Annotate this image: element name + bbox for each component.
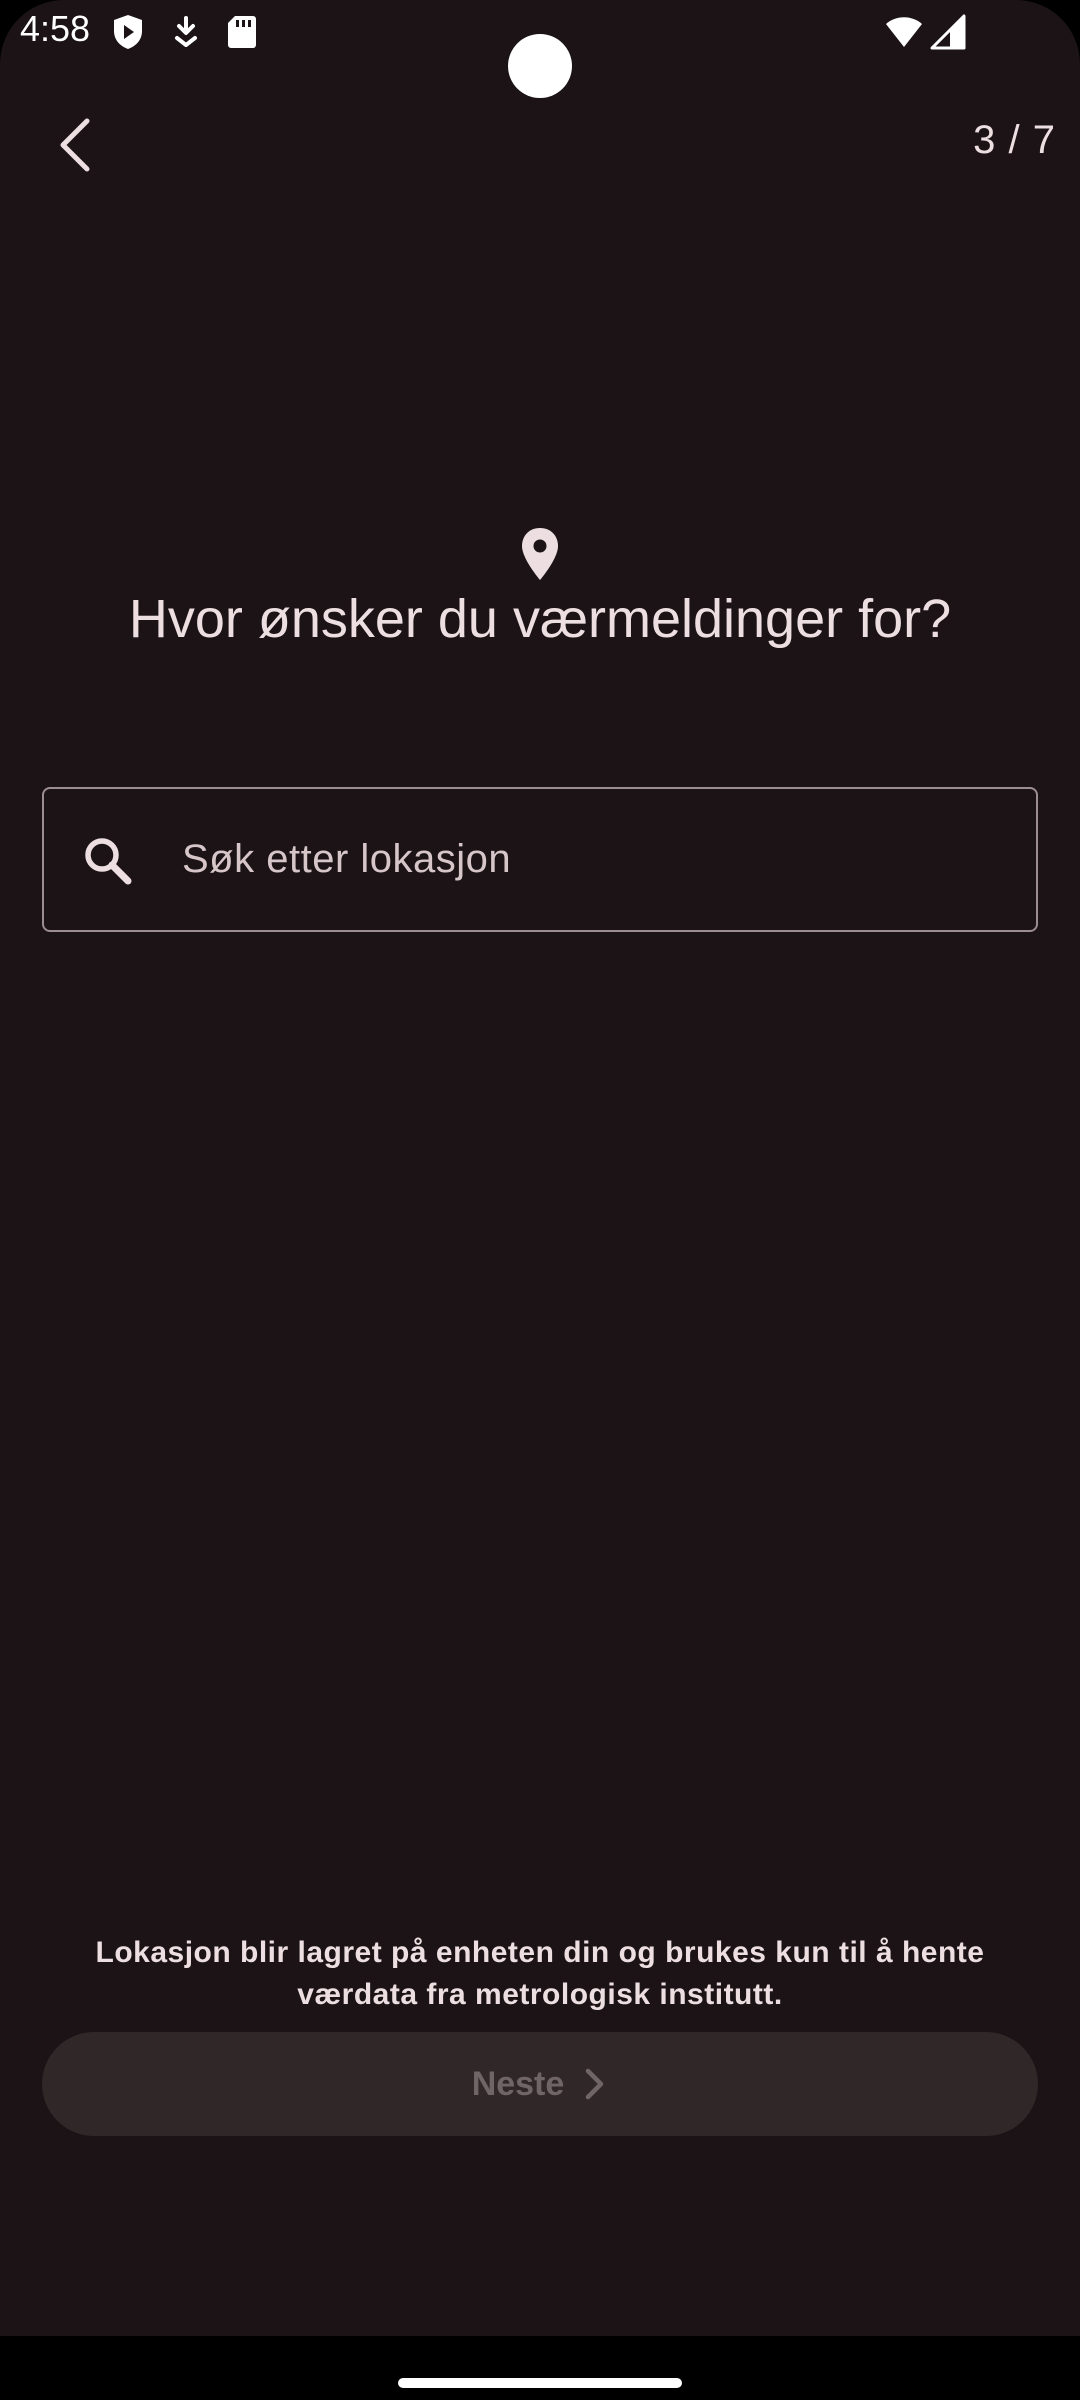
next-button[interactable]: Neste <box>42 2032 1038 2136</box>
wifi-icon <box>886 17 922 47</box>
signal-icon <box>930 14 966 50</box>
search-input[interactable] <box>180 789 1020 930</box>
step-indicator: 3 / 7 <box>973 118 1056 162</box>
home-gesture-handle[interactable] <box>398 2378 682 2388</box>
download-icon <box>175 16 197 47</box>
location-pin-icon <box>522 528 558 580</box>
onboarding-screen: 4:58 3 / 7 Hvor ønsker du værmeldinger f… <box>0 0 1080 2400</box>
status-time: 4:58 <box>20 8 91 49</box>
search-field[interactable] <box>42 787 1038 932</box>
shield-play-icon <box>114 15 142 49</box>
camera-cutout <box>508 34 572 98</box>
privacy-info-text: Lokasjon blir lagret på enheten din og b… <box>95 1936 985 2011</box>
chevron-right-icon <box>586 2068 604 2100</box>
sd-card-icon <box>228 16 256 48</box>
navigation-bar <box>0 2336 1080 2400</box>
search-icon <box>85 838 132 885</box>
back-button[interactable] <box>40 110 110 180</box>
next-button-label: Neste <box>471 2064 565 2103</box>
page-title: Hvor ønsker du værmeldinger for? <box>128 589 952 649</box>
chevron-left-icon <box>60 118 90 172</box>
